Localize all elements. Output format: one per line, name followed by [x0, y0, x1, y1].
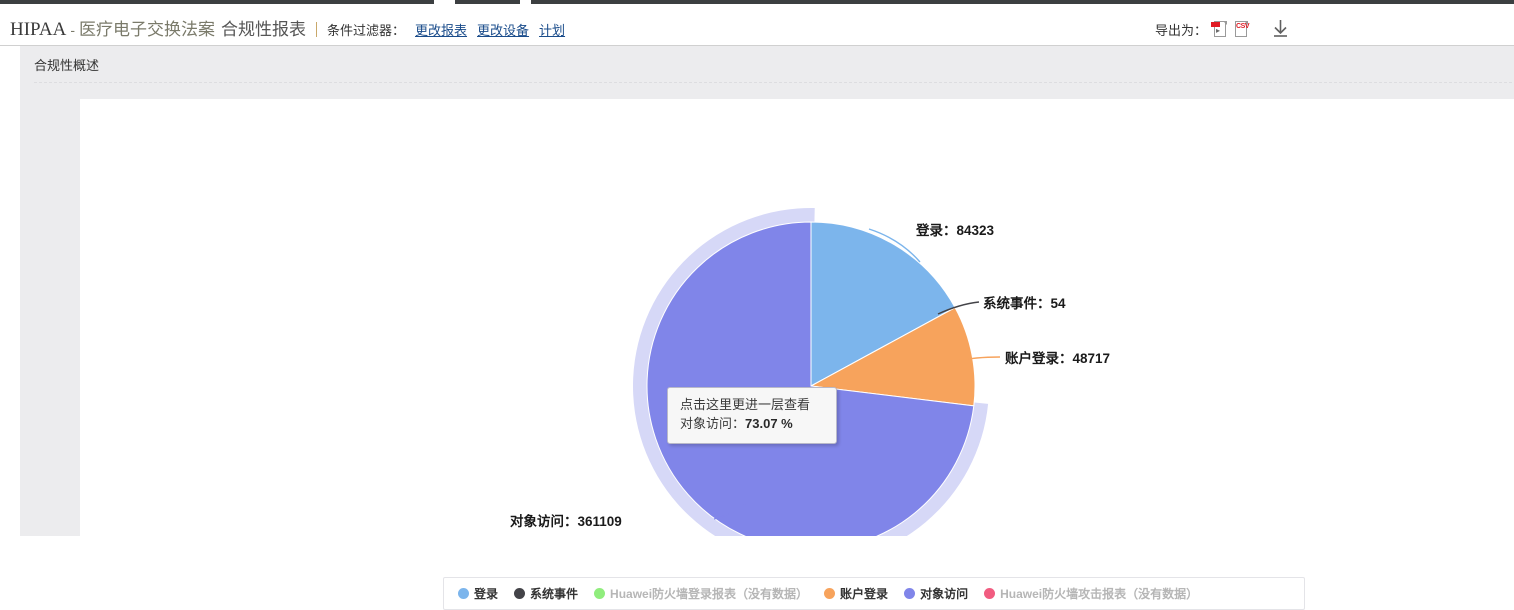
tab-compliance-overview[interactable]: 合规性概述: [34, 55, 99, 74]
export-label: 导出为：: [1154, 23, 1207, 38]
csv-file-icon-label: CSV: [1236, 23, 1250, 30]
legend-dot-icon: [594, 588, 606, 599]
pie-tooltip: 点击这里更进一层查看 对象访问：73.07 %: [667, 387, 837, 444]
legend-item-huawei-firewall-attack[interactable]: Huawei防火墙攻击报表（没有数据）: [984, 585, 1198, 602]
tooltip-value: 73.07 %: [745, 415, 793, 431]
page-title: HIPAA - 医疗电子交换法案 合规性报表 条件过滤器： 更改报表 更改设备 …: [10, 15, 565, 41]
legend-dot-icon: [514, 588, 526, 599]
pdf-file-icon[interactable]: ▸: [1211, 21, 1228, 38]
pie-label-denglu: 登录：84323: [916, 223, 995, 238]
title-divider: [316, 22, 317, 37]
legend-item-xitongshijian[interactable]: 系统事件: [514, 585, 578, 602]
legend-item-denglu[interactable]: 登录: [458, 585, 498, 602]
pie-label-duixiangfangwen: 对象访问：361109: [510, 514, 622, 529]
legend-label: 对象访问: [920, 587, 969, 601]
left-rail: [8, 46, 20, 536]
pie-chart: 登录：84323 系统事件：54 账户登录：48717 对象访问：361109 …: [80, 99, 1514, 610]
legend-label: 登录: [474, 587, 499, 601]
csv-file-icon[interactable]: CSV: [1234, 21, 1250, 38]
pie-label-xitongshijian: 系统事件：54: [983, 296, 1066, 311]
filter-link-schedule[interactable]: 计划: [539, 20, 565, 39]
content-panel: 合规性概述 登录：84323 系统事件：54 账户登录：48717 对象访问：3…: [0, 46, 1514, 610]
chart-legend: 登录 系统事件 Huawei防火墙登录报表（没有数据） 账户登录 对象访问 Hu…: [443, 577, 1305, 610]
app-name: HIPAA: [10, 19, 67, 40]
report-header: HIPAA - 医疗电子交换法案 合规性报表 条件过滤器： 更改报表 更改设备 …: [0, 4, 1514, 46]
tooltip-series-label: 对象访问：: [680, 415, 746, 431]
legend-dot-icon: [904, 588, 916, 599]
legend-dot-icon: [824, 588, 836, 599]
legend-dot-icon: [984, 588, 996, 599]
legend-item-huawei-firewall-login[interactable]: Huawei防火墙登录报表（没有数据）: [594, 585, 808, 602]
legend-label: Huawei防火墙登录报表（没有数据）: [610, 587, 809, 601]
filter-label: 条件过滤器：: [327, 23, 406, 38]
legend-label: 账户登录: [840, 587, 889, 601]
filter-link-change-device[interactable]: 更改设备: [477, 20, 529, 39]
title-dash: -: [70, 22, 75, 38]
legend-label: 系统事件: [530, 587, 579, 601]
legend-label: Huawei防火墙攻击报表（没有数据）: [1000, 587, 1199, 601]
pie-label-zhanghudenglu: 账户登录：48717: [1005, 351, 1111, 366]
download-arrow-icon[interactable]: [1271, 18, 1290, 41]
panel-background: 合规性概述 登录：84323 系统事件：54 账户登录：48717 对象访问：3…: [8, 46, 1514, 610]
legend-item-duixiangfangwen[interactable]: 对象访问: [904, 585, 968, 602]
report-kind: 合规性报表: [221, 20, 306, 39]
filter-link-change-report[interactable]: 更改报表: [415, 20, 467, 39]
tab-strip: 合规性概述: [20, 46, 1514, 84]
chart-card: 登录：84323 系统事件：54 账户登录：48717 对象访问：361109 …: [80, 99, 1514, 610]
report-subject: 医疗电子交换法案: [79, 20, 215, 39]
legend-item-zhanghudenglu[interactable]: 账户登录: [824, 585, 888, 602]
tab-underline: [34, 82, 1512, 83]
pie-chart-svg: [633, 208, 1001, 536]
legend-dot-icon: [458, 588, 469, 599]
export-area: 导出为： ▸ CSV: [1155, 18, 1290, 41]
tooltip-hint: 点击这里更进一层查看: [680, 397, 811, 412]
